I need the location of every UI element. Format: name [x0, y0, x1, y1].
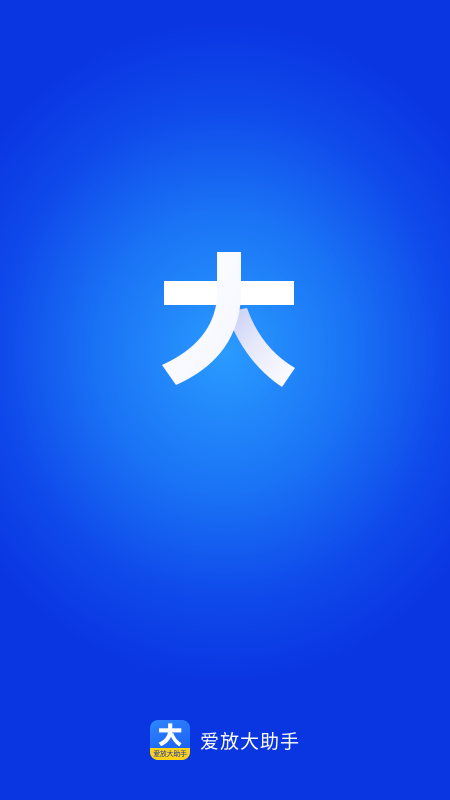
app-icon: 爱放大助手 — [149, 720, 190, 760]
app-name: 爱放大助手 — [199, 730, 300, 753]
splash-screen: 爱放大助手 爱放大助手 — [0, 0, 450, 800]
da-character-small-icon — [158, 723, 182, 747]
footer-brand: 爱放大助手 爱放大助手 — [0, 718, 450, 762]
app-icon-badge: 爱放大助手 — [149, 748, 190, 760]
da-character-logo-icon — [162, 252, 295, 387]
